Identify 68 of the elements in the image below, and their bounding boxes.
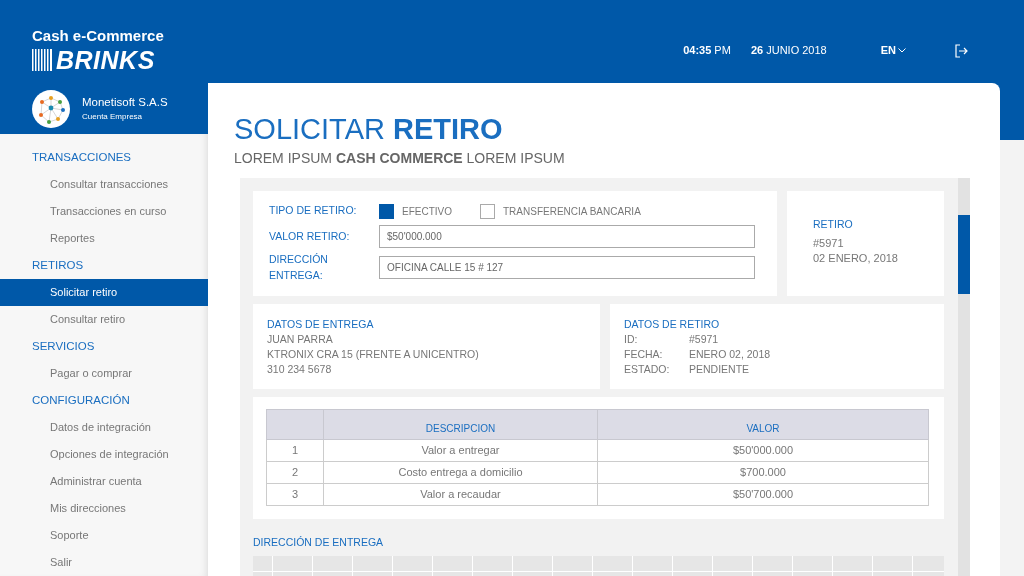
- data-key: ESTADO:: [624, 361, 670, 377]
- sidebar-item[interactable]: Consultar transacciones: [0, 171, 208, 198]
- card-title: RETIRO: [813, 217, 853, 232]
- scrollbar[interactable]: [958, 178, 970, 576]
- account-type: Cuenta Empresa: [82, 111, 143, 124]
- sidebar-item[interactable]: Salir: [0, 549, 208, 576]
- sidebar-item[interactable]: Consultar retiro: [0, 306, 208, 333]
- sidebar-item[interactable]: Reportes: [0, 225, 208, 252]
- option-checkbox[interactable]: [379, 203, 394, 219]
- sidebar-section-title: RETIROS: [31, 258, 85, 273]
- delivery-line: KTRONIX CRA 15 (FRENTE A UNICENTRO): [267, 346, 479, 362]
- logout-button[interactable]: [954, 43, 968, 58]
- sidebar-item[interactable]: Solicitar retiro: [0, 279, 208, 306]
- data-value: PENDIENTE: [689, 361, 750, 377]
- chevron-down-icon: [898, 48, 906, 53]
- network-logo-icon: [32, 89, 70, 128]
- sidebar-item[interactable]: Datos de integración: [0, 414, 208, 441]
- data-key: FECHA:: [624, 346, 663, 362]
- field-label: VALOR RETIRO:: [269, 228, 351, 244]
- table-cell: $50'000.000: [597, 439, 929, 461]
- page-subtitle: LOREM IPSUM CASH COMMERCE LOREM IPSUM: [234, 149, 566, 168]
- column-header: VALOR: [597, 409, 929, 439]
- table-cell: Valor a recaudar: [323, 483, 598, 505]
- data-key: ID:: [624, 331, 638, 347]
- current-time: 04:35 PM: [683, 43, 731, 59]
- sidebar-section-title: SERVICIOS: [31, 339, 96, 354]
- table-cell: 1: [266, 439, 324, 461]
- summary-line: 02 ENERO, 2018: [813, 250, 898, 266]
- option-label: TRANSFERENCIA BANCARIA: [503, 204, 641, 219]
- barcode-stripes-icon: [32, 48, 54, 71]
- summary-line: #5971: [813, 235, 844, 251]
- table-cell: $50'700.000: [597, 483, 929, 505]
- sidebar-item[interactable]: Soporte: [0, 522, 208, 549]
- scrollbar-thumb[interactable]: [958, 215, 970, 294]
- map-section-title: DIRECCIÓN DE ENTREGA: [253, 534, 384, 550]
- sidebar-item[interactable]: Transacciones en curso: [0, 198, 208, 225]
- sidebar-item[interactable]: Administrar cuenta: [0, 468, 208, 495]
- data-value: #5971: [689, 331, 719, 347]
- table-cell: Costo entrega a domicilio: [323, 461, 598, 483]
- option-label: EFECTIVO: [402, 204, 452, 219]
- sidebar-section-title: TRANSACCIONES: [31, 150, 133, 165]
- page-title: SOLICITAR RETIRO: [234, 113, 504, 145]
- language-selector[interactable]: EN: [880, 42, 906, 59]
- column-header: DESCRIPCION: [323, 409, 598, 439]
- field-label: TIPO DE RETIRO:: [269, 203, 358, 219]
- field-label: DIRECCIÓN ENTREGA:: [269, 252, 329, 283]
- card-title: DATOS DE RETIRO: [624, 316, 720, 332]
- logout-icon: [954, 43, 968, 58]
- header-cell: [266, 409, 324, 439]
- delivery-line: JUAN PARRA: [267, 331, 333, 347]
- table-cell: 2: [266, 461, 324, 483]
- brand-tagline: Cash e-Commerce: [32, 28, 164, 44]
- option-checkbox[interactable]: [480, 203, 495, 219]
- data-value: ENERO 02, 2018: [689, 346, 771, 362]
- sidebar-item[interactable]: Mis direcciones: [0, 495, 208, 522]
- company-name: Monetisoft S.A.S: [82, 94, 168, 110]
- delivery-line: 310 234 5678: [267, 361, 332, 377]
- sidebar-item[interactable]: Opciones de integración: [0, 441, 208, 468]
- brand-name: BRINKS: [56, 47, 155, 72]
- table-cell: $700.000: [597, 461, 929, 483]
- input-field[interactable]: OFICINA CALLE 15 # 127: [379, 256, 755, 280]
- table-cell: 3: [266, 483, 324, 505]
- input-field[interactable]: $50'000.000: [379, 225, 755, 248]
- table-cell: Valor a entregar: [323, 439, 598, 461]
- current-date: 26 JUNIO 2018: [750, 43, 827, 59]
- card-title: DATOS DE ENTREGA: [267, 316, 374, 332]
- sidebar-section-title: CONFIGURACIÓN: [31, 393, 131, 408]
- sidebar-item[interactable]: Pagar o comprar: [0, 360, 208, 387]
